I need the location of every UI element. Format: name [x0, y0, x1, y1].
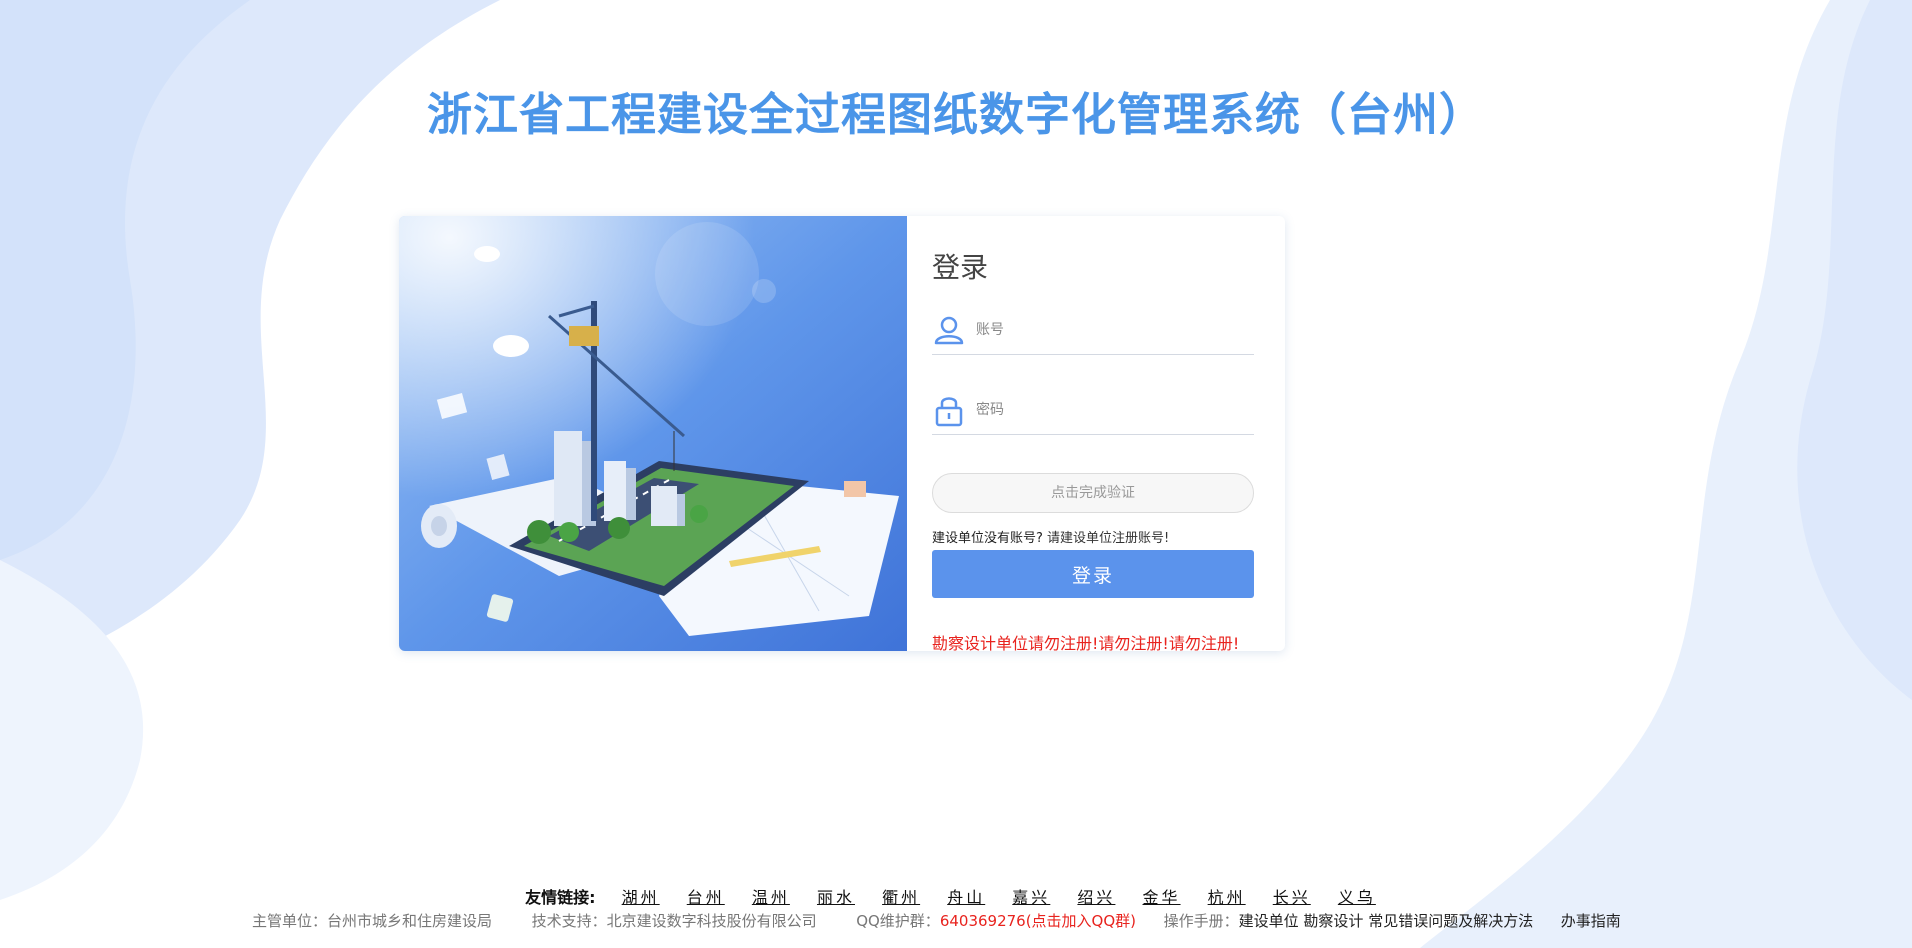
account-field: [932, 306, 1254, 355]
manual-link-faq[interactable]: 常见错误问题及解决方法: [1368, 912, 1533, 930]
no-account-text: 建设单位没有账号?: [932, 531, 1043, 546]
manual-label: 操作手册：: [1163, 912, 1239, 930]
guide-link[interactable]: 办事指南: [1561, 912, 1621, 930]
friend-link[interactable]: 温州: [752, 888, 790, 907]
friend-link[interactable]: 杭州: [1208, 888, 1246, 907]
support-name: 北京建设数字科技股份有限公司: [606, 912, 817, 930]
password-field: [932, 386, 1254, 435]
friend-links: 友情链接: 湖州 台州 温州 丽水 衢州 舟山 嘉兴 绍兴 金华 杭州 长兴 义…: [0, 884, 1912, 908]
friend-links-label: 友情链接:: [525, 888, 596, 907]
captcha-verify-button[interactable]: 点击完成验证: [932, 473, 1254, 513]
friend-link[interactable]: 舟山: [947, 888, 985, 907]
lock-icon: [932, 393, 966, 427]
login-card: 登录 点击完成验证 建设单位没有账号? 请建: [399, 216, 1285, 651]
page-title: 浙江省工程建设全过程图纸数字化管理系统（台州）: [426, 88, 1485, 141]
support-label: 技术支持：: [531, 912, 607, 930]
friend-link[interactable]: 义乌: [1338, 888, 1376, 907]
register-link[interactable]: 请建设单位注册账号!: [1047, 531, 1169, 546]
login-button[interactable]: 登录: [932, 550, 1254, 598]
sponsor-name: 台州市城乡和住房建设局: [327, 912, 493, 930]
friend-link[interactable]: 绍兴: [1077, 888, 1115, 907]
friend-link[interactable]: 湖州: [622, 888, 660, 907]
login-heading: 登录: [932, 251, 989, 284]
friend-link[interactable]: 丽水: [817, 888, 855, 907]
construction-illustration: [399, 216, 907, 651]
password-input[interactable]: [974, 401, 1238, 419]
friend-link[interactable]: 台州: [687, 888, 725, 907]
friend-link[interactable]: 金华: [1143, 888, 1181, 907]
user-icon: [932, 313, 966, 347]
footer: 主管单位：台州市城乡和住房建设局 技术支持：北京建设数字科技股份有限公司 QQ维…: [252, 910, 1621, 931]
manual-link-design[interactable]: 勘察设计: [1303, 912, 1363, 930]
sponsor-label: 主管单位：: [252, 912, 328, 930]
friend-link[interactable]: 长兴: [1273, 888, 1311, 907]
friend-link[interactable]: 嘉兴: [1012, 888, 1050, 907]
qq-label: QQ维护群：: [856, 912, 940, 930]
account-input[interactable]: [974, 321, 1238, 339]
friend-link[interactable]: 衢州: [882, 888, 920, 907]
manual-link-builder[interactable]: 建设单位: [1239, 912, 1299, 930]
login-form: 登录 点击完成验证 建设单位没有账号? 请建: [932, 216, 1254, 651]
register-line: 建设单位没有账号? 请建设单位注册账号!: [932, 527, 1169, 546]
qq-group-link[interactable]: 640369276(点击加入QQ群): [940, 912, 1136, 930]
registration-warning: 勘察设计单位请勿注册!请勿注册!请勿注册!: [932, 634, 1240, 651]
